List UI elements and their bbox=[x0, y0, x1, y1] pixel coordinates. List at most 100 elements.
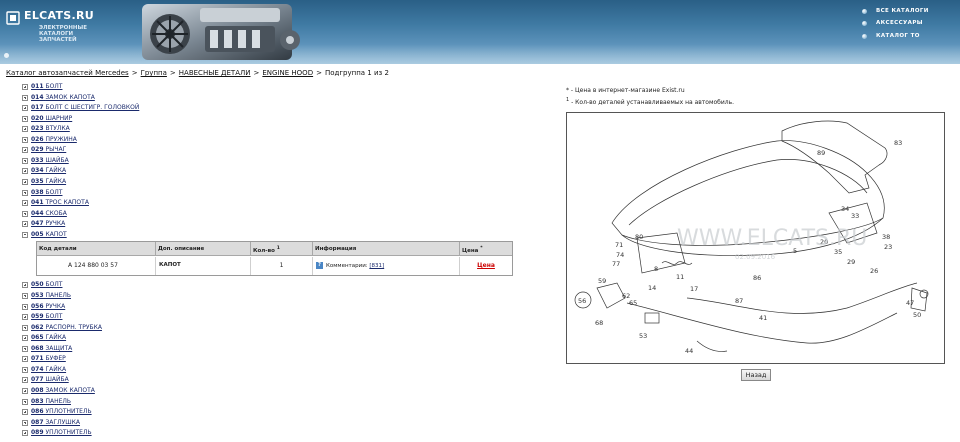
expand-icon[interactable] bbox=[22, 356, 28, 363]
expand-icon[interactable] bbox=[22, 200, 28, 207]
group-link[interactable]: 056 РУЧКА bbox=[31, 303, 65, 310]
callout-11[interactable]: 11 bbox=[676, 273, 684, 281]
info-icon[interactable]: ? bbox=[316, 262, 323, 269]
group-link[interactable]: 071 БУФЕР bbox=[31, 355, 66, 362]
group-link[interactable]: 038 БОЛТ bbox=[31, 189, 62, 196]
expand-icon[interactable] bbox=[22, 221, 28, 228]
back-button[interactable]: Назад bbox=[741, 369, 771, 381]
group-link[interactable]: 023 ВТУЛКА bbox=[31, 125, 70, 132]
group-link[interactable]: 062 РАСПОРН. ТРУБКА bbox=[31, 324, 102, 331]
group-link[interactable]: 044 СКОБА bbox=[31, 210, 67, 217]
callout-86[interactable]: 86 bbox=[753, 274, 761, 282]
expand-icon[interactable] bbox=[22, 292, 28, 299]
callout-8[interactable]: 8 bbox=[654, 265, 658, 273]
callout-41[interactable]: 41 bbox=[759, 314, 767, 322]
callout-38[interactable]: 38 bbox=[882, 233, 890, 241]
breadcrumb-group[interactable]: Группа bbox=[141, 69, 167, 77]
callout-77[interactable]: 77 bbox=[612, 260, 620, 268]
group-link[interactable]: 026 ПРУЖИНА bbox=[31, 136, 77, 143]
expand-icon[interactable] bbox=[22, 189, 28, 196]
callout-74[interactable]: 74 bbox=[616, 251, 624, 259]
group-link[interactable]: 017 БОЛТ С ШЕСТИГР. ГОЛОВКОЙ bbox=[31, 104, 139, 111]
nav-accessories[interactable]: АКСЕССУАРЫ bbox=[857, 17, 960, 30]
expand-icon[interactable] bbox=[22, 157, 28, 164]
callout-26[interactable]: 26 bbox=[870, 267, 878, 275]
group-link[interactable]: 087 ЗАГЛУШКА bbox=[31, 419, 80, 426]
group-name: УПЛОТНИТЕЛЬ bbox=[45, 408, 92, 416]
callout-87[interactable]: 87 bbox=[735, 297, 743, 305]
expand-icon[interactable] bbox=[22, 136, 28, 143]
expand-icon[interactable] bbox=[22, 115, 28, 122]
expand-icon[interactable] bbox=[22, 179, 28, 186]
group-link[interactable]: 089 УПЛОТНИТЕЛЬ bbox=[31, 429, 92, 436]
group-link[interactable]: 008 ЗАМОК КАПОТА bbox=[31, 387, 95, 394]
expand-icon[interactable] bbox=[22, 324, 28, 331]
group-link[interactable]: 083 ПАНЕЛЬ bbox=[31, 398, 71, 405]
site-logo[interactable]: ELCATS.RU ЭЛЕКТРОННЫЕ КАТАЛОГИ ЗАПЧАСТЕЙ bbox=[6, 9, 126, 49]
callout-53[interactable]: 53 bbox=[639, 332, 647, 340]
group-link[interactable]: 050 БОЛТ bbox=[31, 281, 62, 288]
callout-89[interactable]: 89 bbox=[817, 149, 825, 157]
expand-icon[interactable] bbox=[22, 126, 28, 133]
callout-65[interactable]: 65 bbox=[629, 299, 637, 307]
callout-68[interactable]: 68 bbox=[595, 319, 603, 327]
expand-icon[interactable] bbox=[22, 335, 28, 342]
expand-icon[interactable] bbox=[22, 345, 28, 352]
callout-56[interactable]: 56 bbox=[578, 297, 586, 305]
callout-29[interactable]: 29 bbox=[847, 258, 855, 266]
expand-icon[interactable] bbox=[22, 430, 28, 437]
callout-47[interactable]: 47 bbox=[906, 299, 914, 307]
expand-icon[interactable] bbox=[22, 419, 28, 426]
expand-icon[interactable] bbox=[22, 409, 28, 416]
group-link[interactable]: 034 ГАЙКА bbox=[31, 167, 66, 174]
group-link[interactable]: 005 КАПОТ bbox=[31, 231, 67, 238]
group-link[interactable]: 035 ГАЙКА bbox=[31, 178, 66, 185]
expand-icon[interactable] bbox=[22, 210, 28, 217]
collapse-icon[interactable] bbox=[22, 231, 28, 238]
callout-59[interactable]: 59 bbox=[598, 277, 606, 285]
expand-icon[interactable] bbox=[22, 314, 28, 321]
group-link[interactable]: 053 ПАНЕЛЬ bbox=[31, 292, 71, 299]
callout-50[interactable]: 50 bbox=[913, 311, 921, 319]
callout-14[interactable]: 14 bbox=[648, 284, 656, 292]
group-link[interactable]: 068 ЗАЩИТА bbox=[31, 345, 72, 352]
nav-maintenance-catalog[interactable]: КАТАЛОГ ТО bbox=[857, 30, 960, 43]
group-link[interactable]: 011 БОЛТ bbox=[31, 83, 62, 90]
callout-33[interactable]: 33 bbox=[851, 212, 859, 220]
group-link[interactable]: 086 УПЛОТНИТЕЛЬ bbox=[31, 408, 92, 415]
group-link[interactable]: 020 ШАРНИР bbox=[31, 115, 72, 122]
expand-icon[interactable] bbox=[22, 398, 28, 405]
comment-link[interactable]: [831] bbox=[369, 263, 384, 269]
price-link[interactable]: Цена bbox=[477, 262, 495, 269]
expand-icon[interactable] bbox=[22, 282, 28, 289]
expand-icon[interactable] bbox=[22, 377, 28, 384]
callout-83[interactable]: 83 bbox=[894, 139, 902, 147]
group-link[interactable]: 014 ЗАМОК КАПОТА bbox=[31, 94, 95, 101]
callout-80[interactable]: 80 bbox=[635, 233, 643, 241]
callout-44[interactable]: 44 bbox=[685, 347, 693, 355]
expand-icon[interactable] bbox=[22, 105, 28, 112]
expand-icon[interactable] bbox=[22, 168, 28, 175]
callout-23[interactable]: 23 bbox=[884, 243, 892, 251]
group-link[interactable]: 041 ТРОС КАПОТА bbox=[31, 199, 89, 206]
expand-icon[interactable] bbox=[22, 147, 28, 154]
breadcrumb-engine-hood[interactable]: ENGINE HOOD bbox=[262, 69, 313, 77]
group-link[interactable]: 047 РУЧКА bbox=[31, 220, 65, 227]
group-code: 068 bbox=[31, 344, 44, 352]
breadcrumb-body-parts[interactable]: НАВЕСНЫЕ ДЕТАЛИ bbox=[179, 69, 251, 77]
expand-icon[interactable] bbox=[22, 388, 28, 394]
group-link[interactable]: 033 ШАЙБА bbox=[31, 157, 69, 164]
expand-icon[interactable] bbox=[22, 94, 28, 101]
callout-17[interactable]: 17 bbox=[690, 285, 698, 293]
group-link[interactable]: 065 ГАЙКА bbox=[31, 334, 66, 341]
callout-34[interactable]: 34 bbox=[841, 205, 849, 213]
expand-icon[interactable] bbox=[22, 84, 28, 90]
breadcrumb-catalog[interactable]: Каталог автозапчастей Mercedes bbox=[6, 69, 129, 77]
group-link[interactable]: 074 ГАЙКА bbox=[31, 366, 66, 373]
expand-icon[interactable] bbox=[22, 366, 28, 373]
group-link[interactable]: 029 РЫЧАГ bbox=[31, 146, 66, 153]
callout-71[interactable]: 71 bbox=[615, 241, 623, 249]
group-link[interactable]: 059 БОЛТ bbox=[31, 313, 62, 320]
expand-icon[interactable] bbox=[22, 303, 28, 310]
group-link[interactable]: 077 ШАЙБА bbox=[31, 376, 69, 383]
